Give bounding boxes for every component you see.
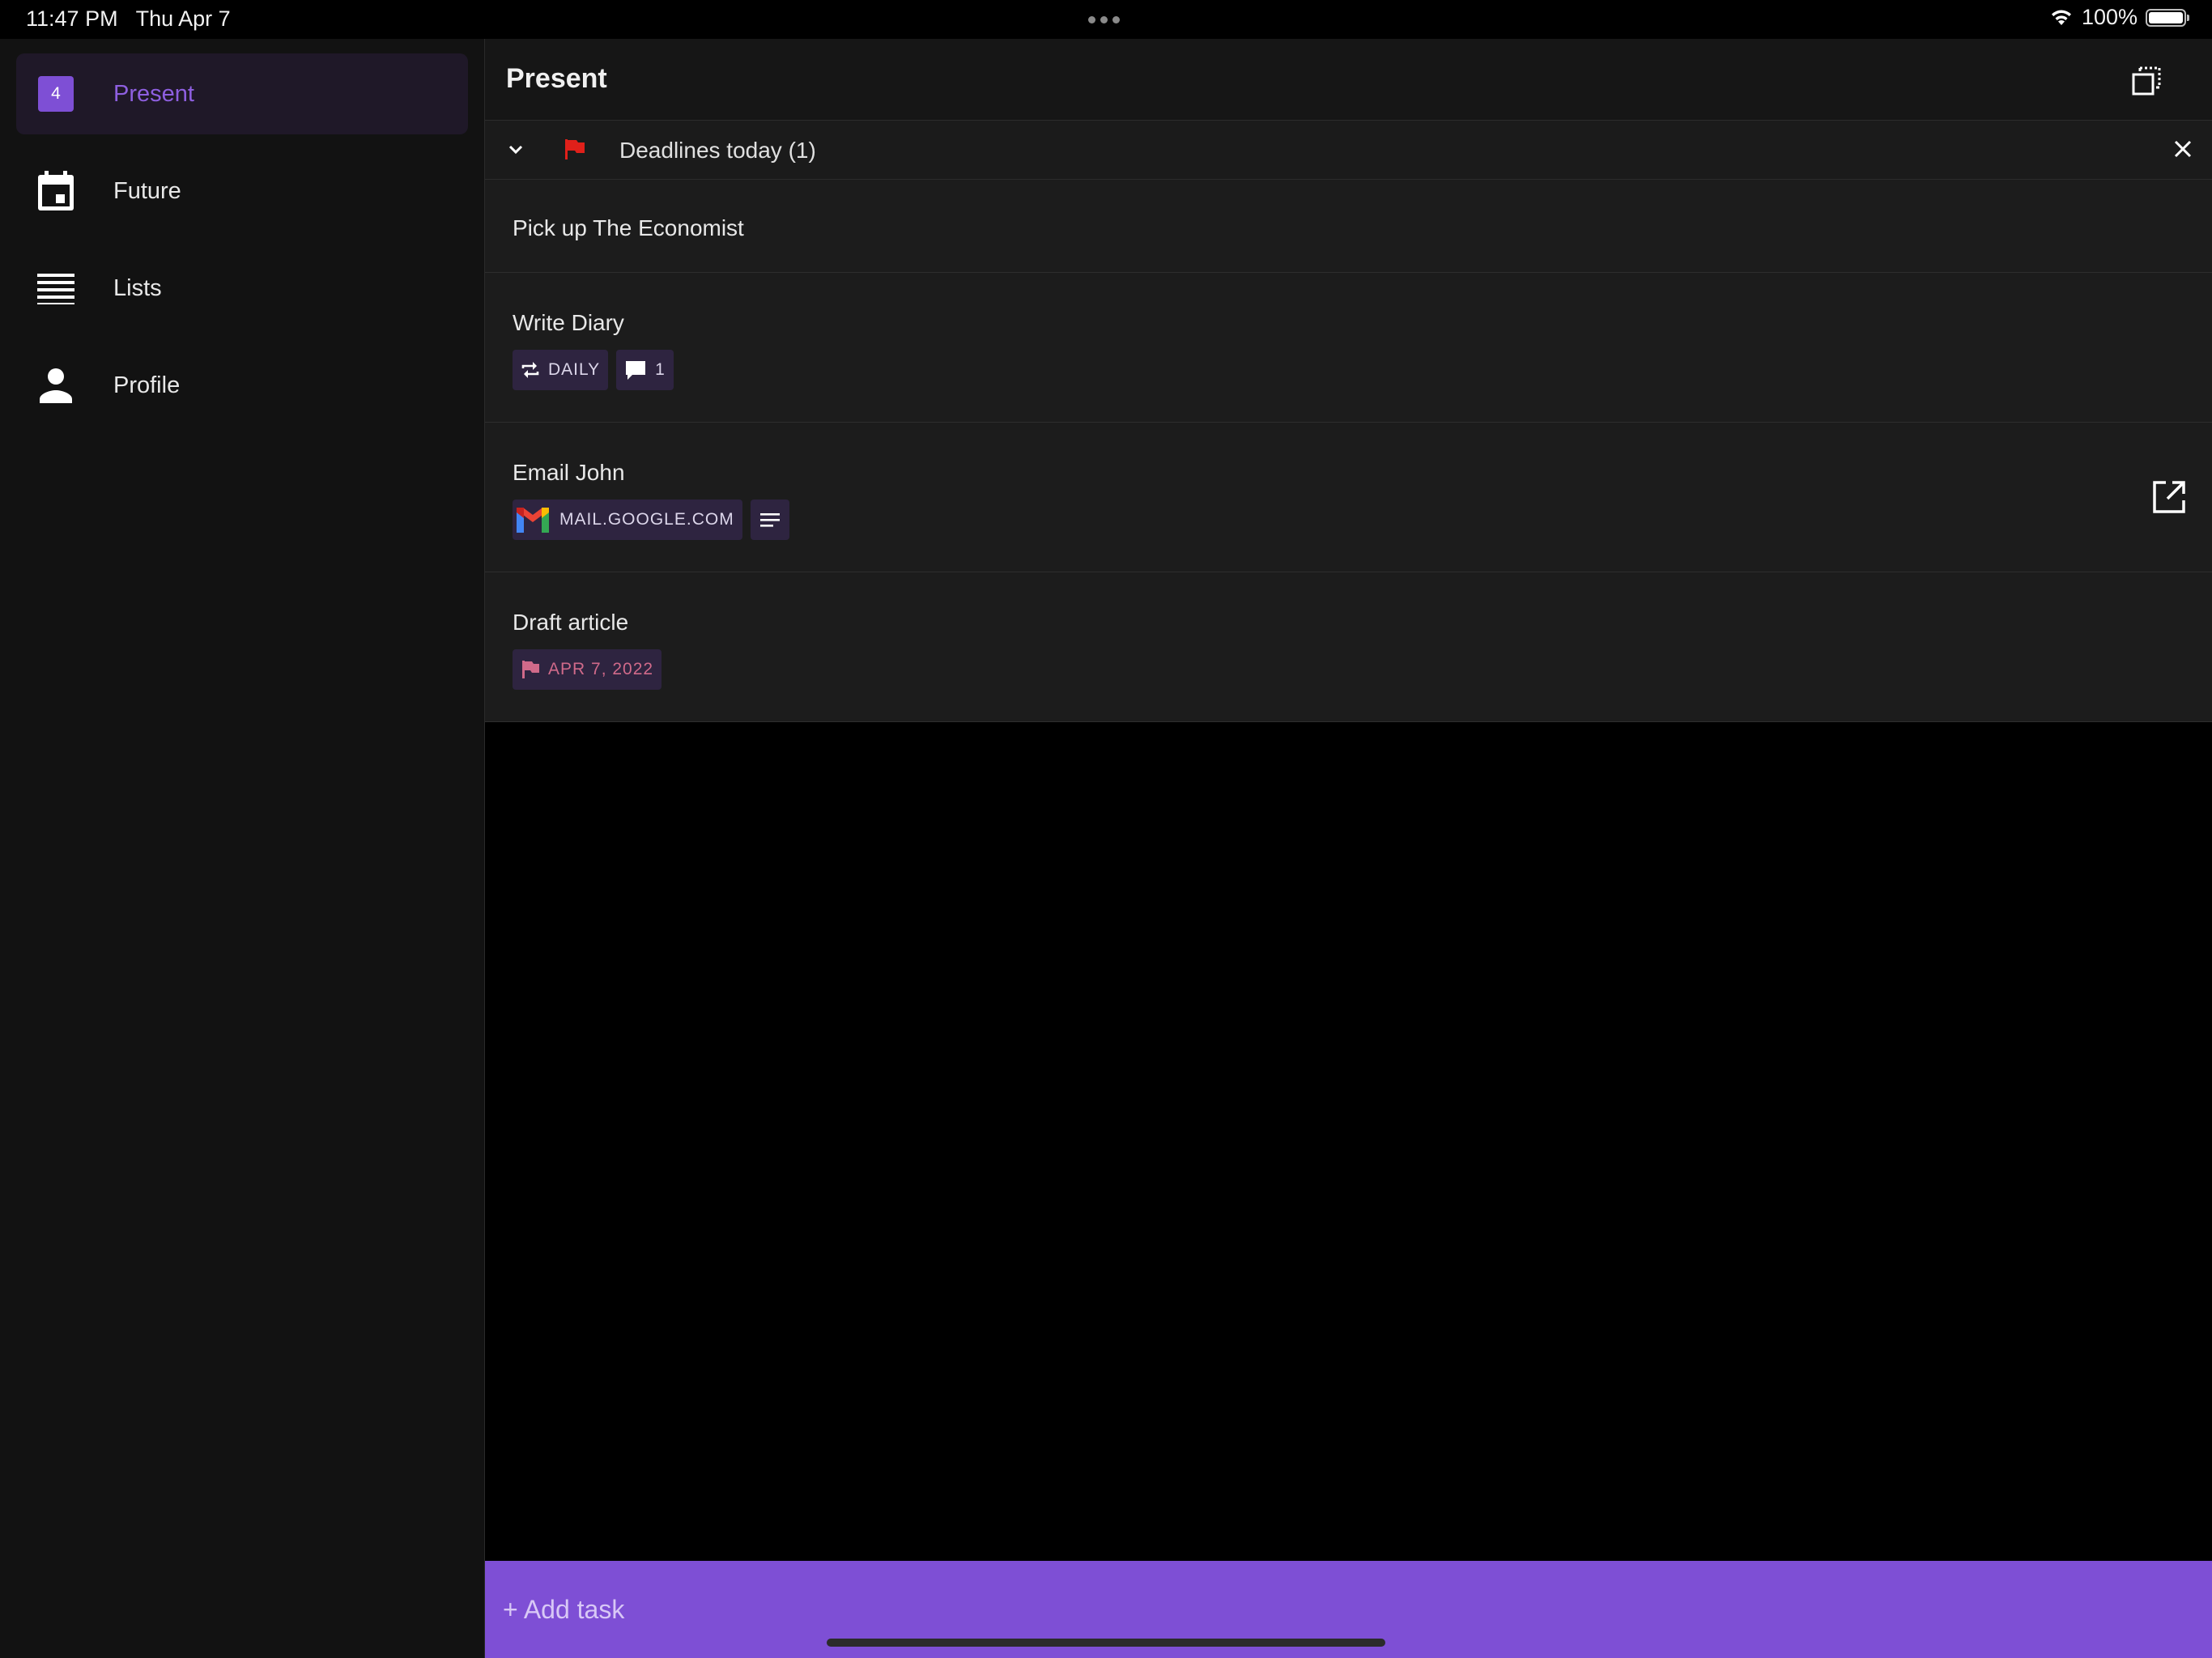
- task-chips: MAIL.GOOGLE.COM: [513, 500, 789, 540]
- status-right: 100%: [2049, 5, 2189, 30]
- battery-percent: 100%: [2081, 5, 2138, 29]
- multitask-dots-icon[interactable]: [1088, 16, 1120, 23]
- header: Present: [485, 39, 2212, 121]
- status-date: Thu Apr 7: [135, 6, 231, 31]
- add-task-bar[interactable]: + Add task: [485, 1561, 2212, 1658]
- status-bar: 11:47 PM Thu Apr 7 100%: [0, 0, 2212, 39]
- home-indicator[interactable]: [827, 1639, 1385, 1647]
- task-title: Draft article: [513, 610, 629, 635]
- deadline-date: APR 7, 2022: [548, 660, 654, 678]
- notes-lines-icon: [759, 513, 780, 527]
- task-chips: DAILY 1: [513, 350, 674, 390]
- repeat-icon: [521, 362, 539, 378]
- list-lines-icon: [37, 270, 74, 307]
- page-title: Present: [506, 63, 607, 94]
- link-domain: MAIL.GOOGLE.COM: [559, 510, 734, 529]
- sidebar-item-label: Lists: [113, 274, 162, 301]
- repeat-chip[interactable]: DAILY: [513, 350, 609, 390]
- notes-chip[interactable]: [750, 500, 789, 540]
- main-panel: Present Deadlines today (1) Pick up The …: [484, 39, 2212, 1658]
- close-icon[interactable]: [2171, 137, 2195, 161]
- sidebar-item-label: Profile: [113, 372, 181, 398]
- wifi-icon: [2051, 10, 2071, 25]
- chevron-down-icon[interactable]: [504, 138, 527, 161]
- flag-icon: [565, 139, 585, 159]
- task-row[interactable]: Pick up The Economist: [485, 180, 2212, 273]
- sidebar-item-present[interactable]: 4 Present: [16, 53, 468, 134]
- sidebar-item-label: Future: [113, 177, 181, 204]
- add-task-label: + Add task: [503, 1595, 625, 1624]
- sidebar: 4 Present Future Lists Profile: [0, 39, 484, 1658]
- flag-icon: [522, 661, 539, 678]
- calendar-icon: [37, 171, 74, 210]
- link-chip[interactable]: MAIL.GOOGLE.COM: [513, 500, 742, 540]
- task-row[interactable]: Write Diary DAILY 1: [485, 273, 2212, 423]
- comments-count: 1: [655, 360, 666, 379]
- status-time: 11:47 PM: [26, 6, 118, 31]
- status-time-date: 11:47 PM Thu Apr 7: [26, 6, 231, 32]
- gmail-icon: [517, 508, 549, 533]
- select-multiple-icon[interactable]: [2130, 65, 2163, 97]
- repeat-label: DAILY: [548, 360, 601, 379]
- present-count-badge: 4: [38, 76, 74, 112]
- task-row[interactable]: Email John MAIL.GOOGLE.COM: [485, 423, 2212, 572]
- sidebar-item-lists[interactable]: Lists: [16, 248, 468, 329]
- sidebar-item-future[interactable]: Future: [16, 151, 468, 232]
- sidebar-item-profile[interactable]: Profile: [16, 345, 468, 426]
- task-title: Write Diary: [513, 310, 624, 335]
- deadlines-label: Deadlines today (1): [619, 138, 816, 163]
- task-row[interactable]: Draft article APR 7, 2022: [485, 572, 2212, 722]
- open-external-icon[interactable]: [2151, 479, 2187, 515]
- deadline-chip[interactable]: APR 7, 2022: [513, 649, 662, 690]
- comments-chip[interactable]: 1: [616, 350, 674, 390]
- deadlines-today-bar[interactable]: Deadlines today (1): [485, 121, 2212, 180]
- person-icon: [37, 367, 74, 404]
- task-chips: APR 7, 2022: [513, 649, 662, 690]
- task-title: Pick up The Economist: [513, 215, 744, 240]
- comment-icon: [626, 361, 646, 380]
- battery-icon: [2146, 8, 2189, 27]
- sidebar-item-label: Present: [113, 80, 194, 107]
- count-badge: 4: [37, 75, 74, 113]
- task-title: Email John: [513, 460, 625, 485]
